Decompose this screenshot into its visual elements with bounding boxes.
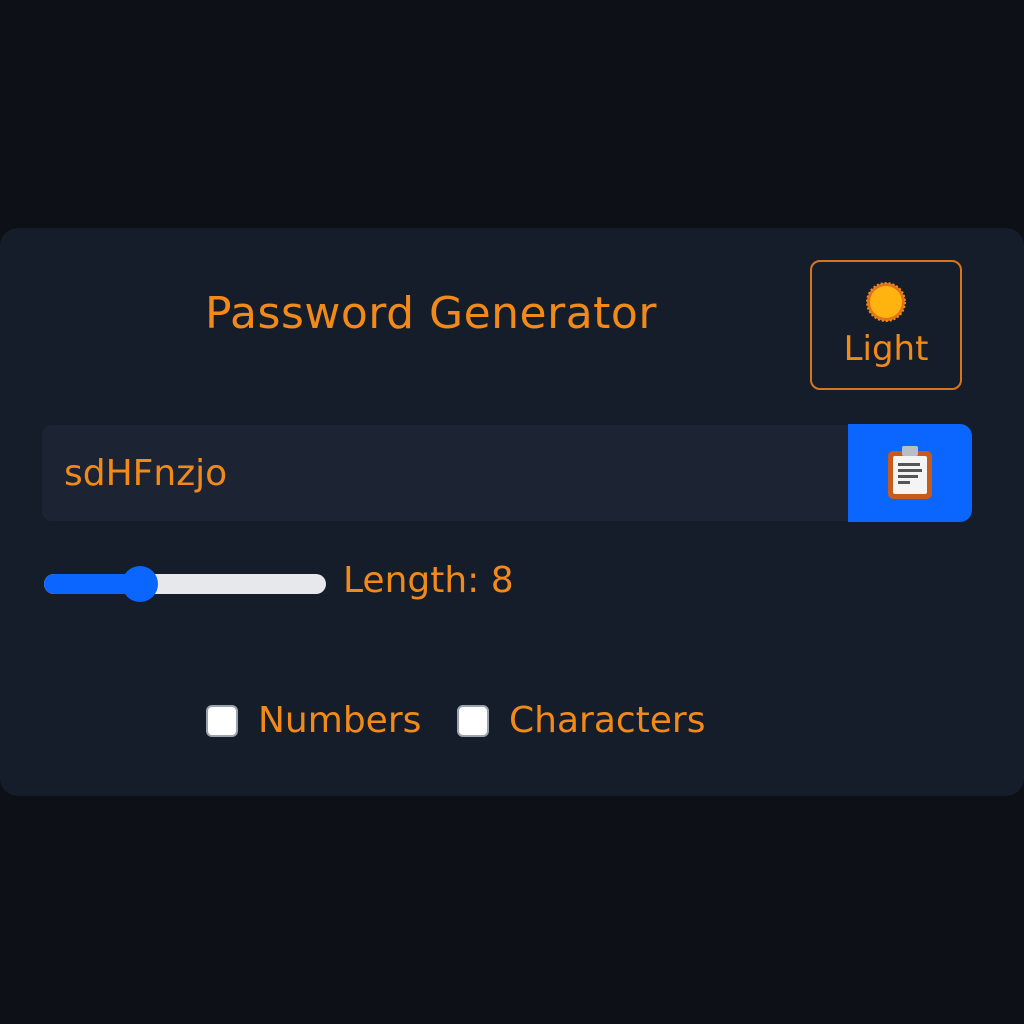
password-output-field[interactable] <box>42 425 850 521</box>
length-label: Length: 8 <box>343 560 514 601</box>
length-slider[interactable] <box>44 566 326 602</box>
characters-label: Characters <box>509 700 706 741</box>
page-title: Password Generator <box>205 288 657 339</box>
sun-icon <box>866 282 906 322</box>
copy-button[interactable] <box>848 424 972 522</box>
characters-checkbox[interactable] <box>457 704 489 737</box>
numbers-label: Numbers <box>258 700 422 741</box>
clipboard-icon <box>888 446 932 499</box>
numbers-option[interactable]: Numbers <box>206 700 421 741</box>
slider-track <box>44 574 326 594</box>
numbers-checkbox[interactable] <box>206 704 238 737</box>
characters-option[interactable]: Characters <box>457 700 706 741</box>
slider-thumb[interactable] <box>122 566 158 602</box>
theme-toggle-label: Light <box>843 329 929 369</box>
theme-toggle-button[interactable]: Light <box>810 260 962 390</box>
